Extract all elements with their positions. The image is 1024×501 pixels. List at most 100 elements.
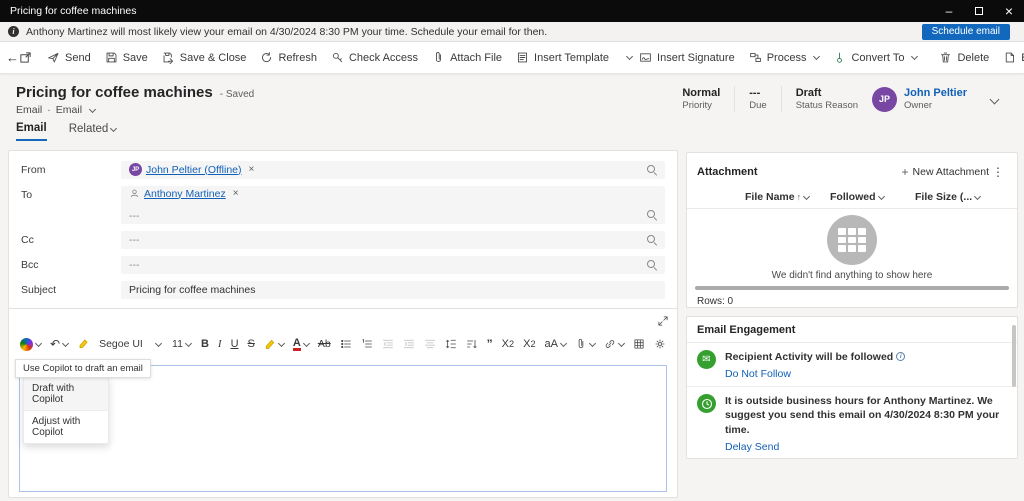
insert-signature-icon <box>639 51 652 64</box>
attach-file-button[interactable]: Attach File <box>425 46 509 70</box>
font-family-select[interactable]: Segoe UI <box>95 336 165 352</box>
maximize-button[interactable] <box>964 0 994 22</box>
from-field[interactable]: JP John Peltier (Offline) <box>121 161 665 179</box>
remove-recipient-icon[interactable] <box>249 164 255 175</box>
entity-type: Email <box>16 104 42 116</box>
table-icon <box>633 338 645 350</box>
schedule-email-button[interactable]: Schedule email <box>922 24 1010 40</box>
vertical-scrollbar[interactable] <box>1012 325 1016 387</box>
close-icon <box>1005 3 1013 19</box>
font-size-select[interactable]: 11 <box>168 336 195 352</box>
insert-attachment-button[interactable] <box>572 336 598 352</box>
tab-email[interactable]: Email <box>16 122 47 141</box>
refresh-label: Refresh <box>278 52 317 64</box>
new-attachment-button[interactable]: New Attachment <box>902 165 989 179</box>
popout-button[interactable] <box>19 46 32 70</box>
save-close-button[interactable]: Save & Close <box>155 46 254 70</box>
chevron-down-icon <box>589 339 596 346</box>
header-collapse-chevron[interactable] <box>990 94 1000 104</box>
bullet-list-button[interactable] <box>337 336 355 352</box>
delay-send-link[interactable]: Delay Send <box>725 441 1005 453</box>
minimize-button[interactable] <box>934 0 964 22</box>
remove-recipient-icon[interactable] <box>233 188 239 199</box>
save-button[interactable]: Save <box>98 46 155 70</box>
clear-format-button[interactable]: Ab <box>315 336 334 352</box>
email-a-link-button[interactable]: Email a Link <box>996 46 1024 70</box>
insert-table-button[interactable] <box>630 336 648 352</box>
tab-related[interactable]: Related <box>69 122 117 141</box>
email-body-input[interactable] <box>19 365 667 492</box>
owner-name[interactable]: John Peltier <box>904 87 967 99</box>
do-not-follow-link[interactable]: Do Not Follow <box>725 368 905 380</box>
line-spacing-button[interactable] <box>442 336 460 352</box>
to-field[interactable]: Anthony Martinez --- <box>121 186 665 224</box>
chevron-down-icon <box>35 339 42 346</box>
copilot-button[interactable] <box>17 336 44 353</box>
info-icon[interactable]: i <box>896 352 905 361</box>
to-recipient-link[interactable]: Anthony Martinez <box>144 188 226 200</box>
search-icon[interactable] <box>646 259 657 270</box>
column-followed[interactable]: Followed <box>830 191 915 203</box>
search-icon[interactable] <box>646 164 657 175</box>
change-case-button[interactable]: aA <box>542 336 569 352</box>
bullet-list-icon <box>340 338 352 350</box>
editor-settings-button[interactable] <box>651 336 669 352</box>
superscript-button[interactable]: X2 <box>520 336 538 352</box>
menu-item-draft-with-copilot[interactable]: Draft with Copilot <box>24 378 108 411</box>
column-file-size[interactable]: File Size (... <box>915 191 1007 203</box>
back-button[interactable] <box>6 46 19 70</box>
overflow-chevron-button[interactable] <box>624 46 632 70</box>
envelope-icon <box>697 350 716 369</box>
format-painter-button[interactable] <box>74 336 92 352</box>
chevron-down-icon <box>877 192 884 199</box>
subject-field[interactable]: Pricing for coffee machines <box>121 281 665 299</box>
search-icon[interactable] <box>646 209 657 220</box>
bcc-field[interactable]: --- <box>121 256 665 274</box>
highlight-button[interactable] <box>261 336 287 352</box>
font-color-button[interactable]: A <box>290 336 312 353</box>
process-button[interactable]: Process <box>742 46 827 70</box>
attachment-more-button[interactable] <box>989 160 1007 184</box>
search-icon[interactable] <box>646 234 657 245</box>
back-icon <box>6 50 19 65</box>
engagement-item-delay-send: It is outside business hours for Anthony… <box>687 387 1017 459</box>
send-button[interactable]: Send <box>40 46 98 70</box>
close-button[interactable] <box>994 0 1024 22</box>
check-access-button[interactable]: Check Access <box>324 46 425 70</box>
cc-field[interactable]: --- <box>121 231 665 249</box>
chevron-down-icon <box>813 53 820 60</box>
sort-icon <box>466 338 478 350</box>
status-reason-value: Draft <box>796 87 858 99</box>
convert-to-button[interactable]: Convert To <box>826 46 924 70</box>
insert-link-button[interactable] <box>601 336 627 352</box>
delete-button[interactable]: Delete <box>932 46 996 70</box>
insert-signature-button[interactable]: Insert Signature <box>632 46 742 70</box>
from-recipient-link[interactable]: John Peltier (Offline) <box>146 164 242 176</box>
underline-button[interactable]: U <box>228 336 242 352</box>
chevron-down-icon <box>618 339 625 346</box>
numbered-list-button[interactable] <box>358 336 376 352</box>
undo-button[interactable] <box>47 335 71 353</box>
bold-button[interactable]: B <box>198 336 212 352</box>
priority-field: Normal Priority <box>682 87 720 111</box>
insert-template-icon <box>516 51 529 64</box>
clock-icon <box>697 394 716 413</box>
attach-file-icon <box>432 51 445 64</box>
process-icon <box>749 51 762 64</box>
suggestion-bar: i Anthony Martinez will most likely view… <box>0 22 1024 42</box>
insert-template-button[interactable]: Insert Template <box>509 46 616 70</box>
strikethrough-button[interactable]: S <box>245 336 258 352</box>
check-access-icon <box>331 51 344 64</box>
expand-editor-icon[interactable] <box>657 315 669 327</box>
avatar: JP <box>129 163 142 176</box>
refresh-button[interactable]: Refresh <box>253 46 324 70</box>
column-file-name[interactable]: File Name <box>745 191 830 203</box>
blockquote-button[interactable]: ” <box>484 335 496 353</box>
italic-button[interactable]: I <box>215 336 225 352</box>
sort-button[interactable] <box>463 336 481 352</box>
indent-button <box>400 336 418 352</box>
form-selector[interactable]: Email <box>56 104 82 116</box>
subscript-button[interactable]: X2 <box>499 336 517 352</box>
menu-item-adjust-with-copilot[interactable]: Adjust with Copilot <box>24 411 108 443</box>
owner-field[interactable]: JP John Peltier Owner <box>872 87 967 112</box>
